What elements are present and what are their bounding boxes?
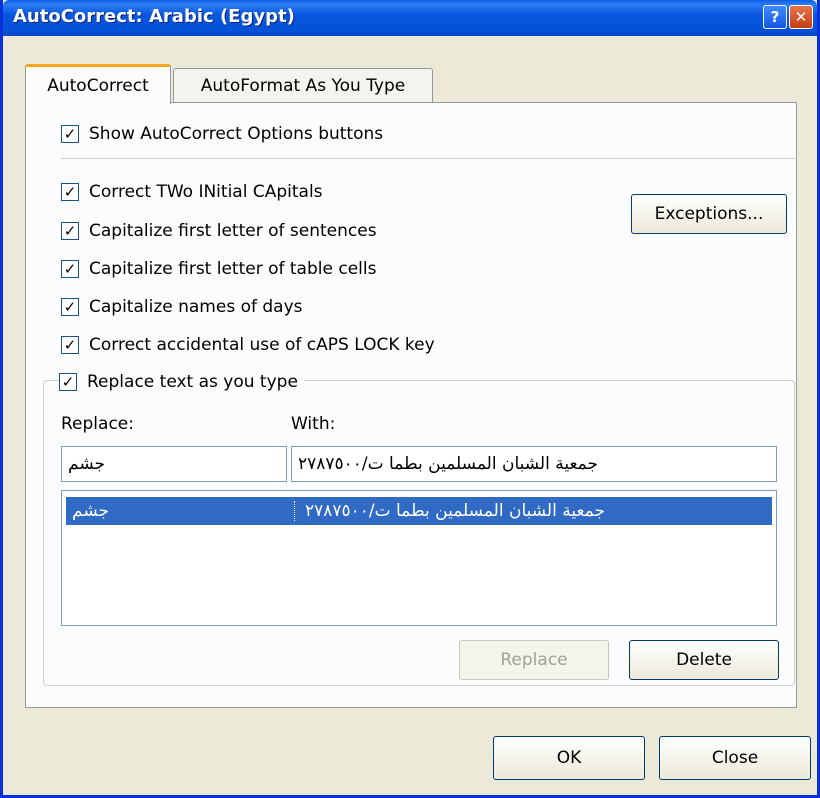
option-label: Replace text as you type xyxy=(87,372,298,392)
checkbox[interactable]: ✓ xyxy=(61,336,79,354)
replacement-list[interactable]: جشم جمعية الشبان المسلمين بطما ت/٢٧٨٧٥٠٠ xyxy=(61,490,777,626)
checkmark-icon: ✓ xyxy=(63,182,77,201)
capitalize-sentences-option[interactable]: ✓ Capitalize first letter of sentences xyxy=(61,219,377,243)
exceptions-button[interactable]: Exceptions... xyxy=(631,194,787,234)
replace-button[interactable]: Replace xyxy=(459,640,609,680)
checkmark-icon: ✓ xyxy=(61,372,75,391)
option-label: Correct accidental use of cAPS LOCK key xyxy=(89,335,435,355)
checkbox[interactable]: ✓ xyxy=(59,373,77,391)
with-input-value: جمعية الشبان المسلمين بطما ت/٢٧٨٧٥٠٠ xyxy=(298,454,599,474)
close-button[interactable]: Close xyxy=(659,736,811,780)
checkmark-icon: ✓ xyxy=(63,259,77,278)
checkmark-icon: ✓ xyxy=(63,335,77,354)
help-button[interactable]: ? xyxy=(763,5,787,29)
option-label: Capitalize names of days xyxy=(89,297,303,317)
tab-autocorrect[interactable]: AutoCorrect xyxy=(25,64,171,104)
tab-autoformat[interactable]: AutoFormat As You Type xyxy=(173,68,433,102)
dialog-title: AutoCorrect: Arabic (Egypt) xyxy=(13,6,295,27)
caps-lock-option[interactable]: ✓ Correct accidental use of cAPS LOCK ke… xyxy=(61,333,435,357)
option-label: Show AutoCorrect Options buttons xyxy=(89,124,384,144)
help-icon: ? xyxy=(770,8,780,26)
replace-input[interactable]: جشم xyxy=(61,446,287,482)
title-bar[interactable]: AutoCorrect: Arabic (Egypt) ? ✕ xyxy=(3,0,817,36)
list-item-replace: جشم xyxy=(72,501,109,521)
button-label: Delete xyxy=(676,650,732,670)
checkbox[interactable]: ✓ xyxy=(61,260,79,278)
checkbox[interactable]: ✓ xyxy=(61,183,79,201)
autocorrect-dialog: AutoCorrect: Arabic (Egypt) ? ✕ AutoCorr… xyxy=(0,0,820,798)
capitalize-table-cells-option[interactable]: ✓ Capitalize first letter of table cells xyxy=(61,257,376,281)
checkbox[interactable]: ✓ xyxy=(61,222,79,240)
checkbox[interactable]: ✓ xyxy=(61,125,79,143)
tab-label: AutoCorrect xyxy=(47,75,149,96)
tab-label: AutoFormat As You Type xyxy=(200,75,406,96)
option-label: Capitalize first letter of sentences xyxy=(89,221,377,241)
delete-button[interactable]: Delete xyxy=(629,640,779,680)
title-close-button[interactable]: ✕ xyxy=(789,5,813,29)
separator xyxy=(61,158,795,159)
list-item-with: جمعية الشبان المسلمين بطما ت/٢٧٨٧٥٠٠ xyxy=(294,501,772,521)
checkmark-icon: ✓ xyxy=(63,124,77,143)
correct-two-initial-capitals-option[interactable]: ✓ Correct TWo INitial CApitals xyxy=(61,180,323,204)
option-label: Capitalize first letter of table cells xyxy=(89,259,377,279)
checkbox[interactable]: ✓ xyxy=(61,298,79,316)
with-label: With: xyxy=(291,414,336,434)
button-label: Exceptions... xyxy=(654,204,764,224)
option-label: Correct TWo INitial CApitals xyxy=(89,182,323,202)
button-label: OK xyxy=(556,748,582,768)
close-icon: ✕ xyxy=(794,8,808,26)
with-input[interactable]: جمعية الشبان المسلمين بطما ت/٢٧٨٧٥٠٠ xyxy=(291,446,777,482)
ok-button[interactable]: OK xyxy=(493,736,645,780)
checkmark-icon: ✓ xyxy=(63,221,77,240)
capitalize-days-option[interactable]: ✓ Capitalize names of days xyxy=(61,295,303,319)
checkmark-icon: ✓ xyxy=(63,297,77,316)
replace-input-value: جشم xyxy=(68,454,105,474)
replace-label: Replace: xyxy=(61,414,134,434)
button-label: Replace xyxy=(500,650,568,670)
replace-as-type-option[interactable]: ✓ Replace text as you type xyxy=(59,370,304,394)
show-options-buttons-option[interactable]: ✓ Show AutoCorrect Options buttons xyxy=(61,122,383,146)
button-label: Close xyxy=(711,748,759,768)
list-item[interactable]: جشم جمعية الشبان المسلمين بطما ت/٢٧٨٧٥٠٠ xyxy=(66,497,772,525)
